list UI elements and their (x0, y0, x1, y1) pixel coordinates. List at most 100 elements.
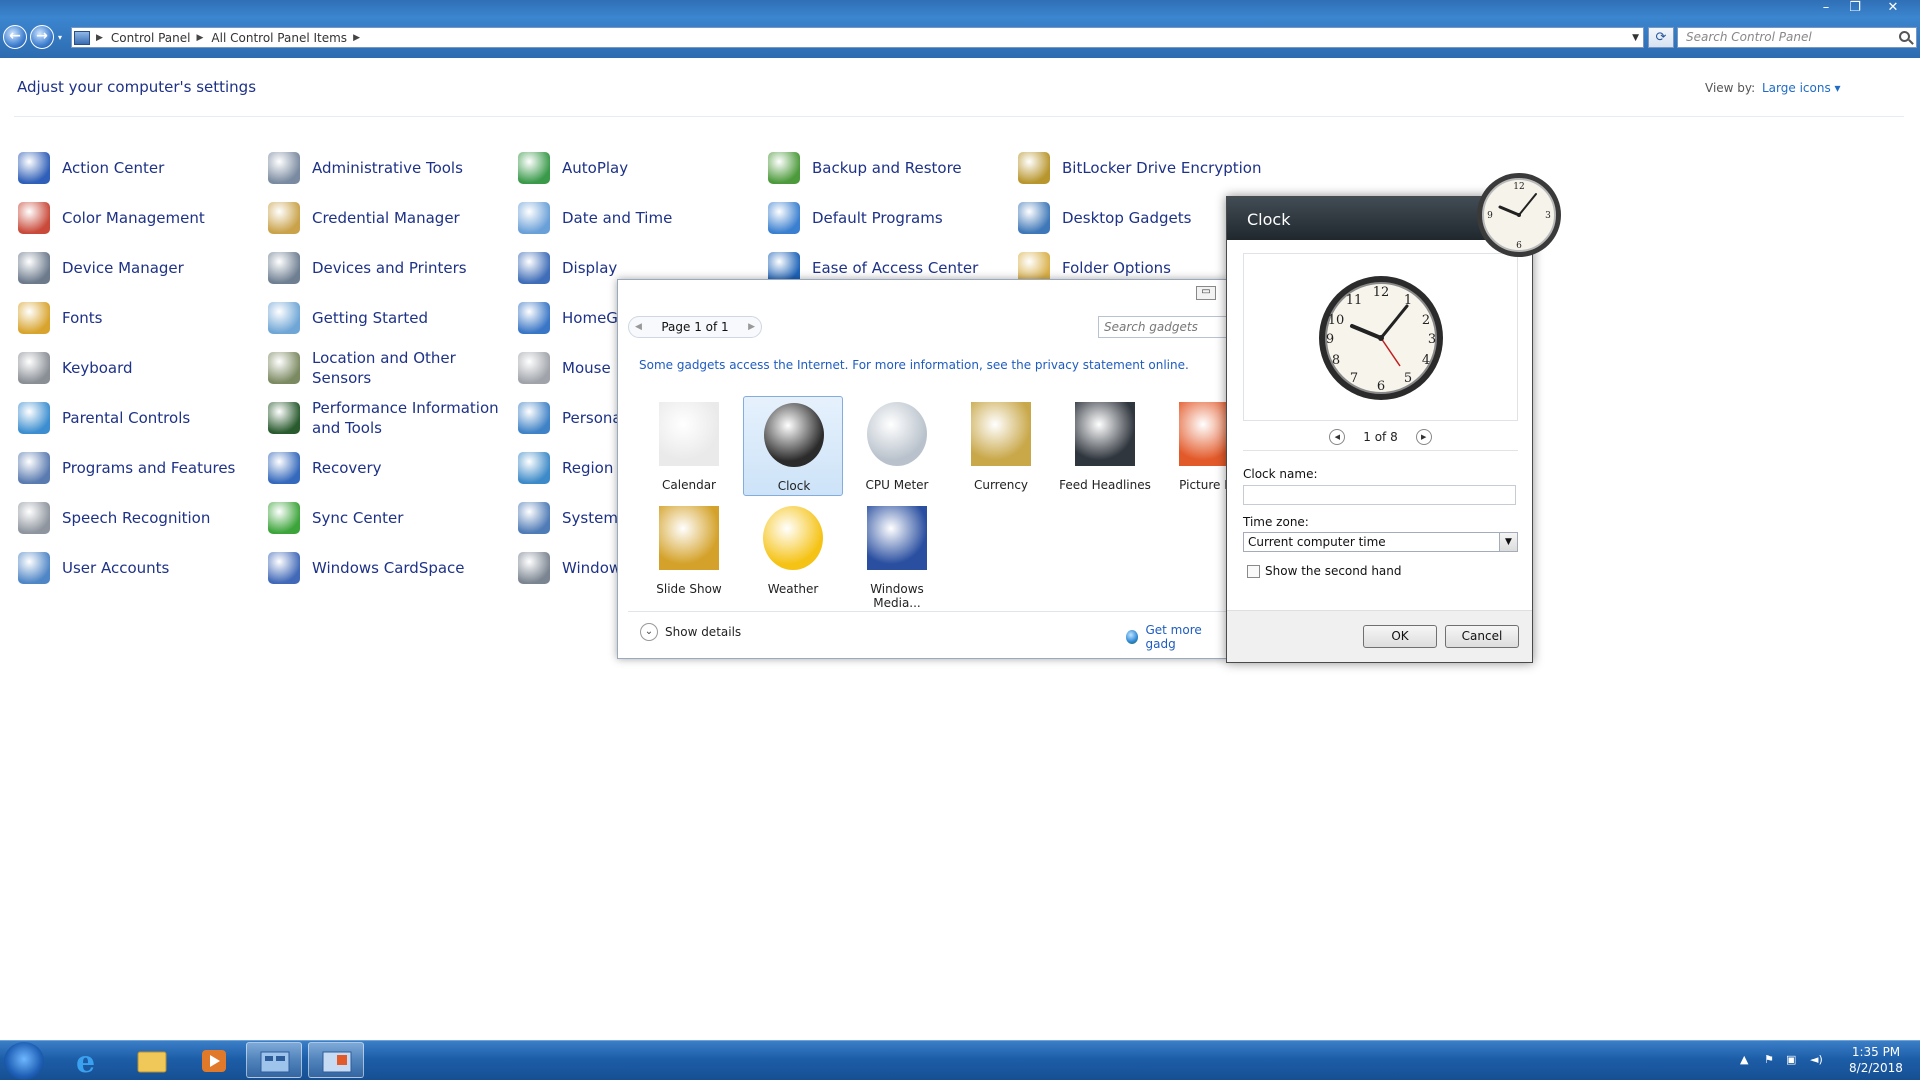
item-programs-and-features[interactable]: Programs and Features (18, 446, 235, 490)
item-parental-controls[interactable]: Parental Controls (18, 396, 190, 440)
prev-style-icon[interactable]: ◀ (1329, 428, 1346, 445)
get-more-gadgets-link[interactable]: Get more gadg (1126, 623, 1226, 651)
view-by-dropdown[interactable]: Large icons ▾ (1762, 81, 1841, 95)
gadget-weather[interactable]: Weather (743, 500, 843, 600)
item-devices-and-printers[interactable]: Devices and Printers (268, 246, 467, 290)
taskbar-gadgets[interactable] (308, 1042, 364, 1078)
clock-name-label: Clock name: (1243, 467, 1318, 481)
item-color-management[interactable]: Color Management (18, 196, 205, 240)
address-dropdown-icon[interactable]: ▼ (1632, 33, 1639, 43)
item-persona[interactable]: Persona (518, 396, 622, 440)
item-performance-information-and-tools[interactable]: Performance Information and Tools (268, 396, 502, 440)
gadget-clock[interactable]: Clock (743, 396, 843, 496)
back-button[interactable]: ← (3, 25, 27, 49)
clock-icon (764, 403, 824, 467)
breadcrumb-control-panel[interactable]: Control Panel (111, 31, 191, 45)
item-desktop-gadgets[interactable]: Desktop Gadgets (1018, 196, 1191, 240)
item-device-manager[interactable]: Device Manager (18, 246, 184, 290)
network-icon[interactable]: ▣ (1786, 1053, 1796, 1066)
item-date-and-time[interactable]: Date and Time (518, 196, 672, 240)
taskbar-media-player[interactable] (186, 1042, 242, 1078)
item-default-programs[interactable]: Default Programs (768, 196, 943, 240)
item-backup-and-restore[interactable]: Backup and Restore (768, 146, 962, 190)
svg-text:9: 9 (1326, 332, 1334, 347)
taskbar-explorer[interactable] (124, 1042, 180, 1078)
view-by-label: View by: (1705, 81, 1756, 95)
volume-icon[interactable]: ◄) (1810, 1053, 1823, 1066)
breadcrumb-all-items[interactable]: All Control Panel Items (211, 31, 347, 45)
minimize-button[interactable]: – (1815, 0, 1837, 18)
desktop-clock-gadget[interactable]: 12 3 6 9 (1476, 172, 1562, 258)
svg-text:5: 5 (1404, 371, 1412, 386)
close-button[interactable]: ✕ (1882, 0, 1904, 18)
refresh-button[interactable]: ⟳ (1648, 27, 1674, 48)
taskbar-internet-explorer[interactable]: e (62, 1042, 118, 1080)
item-sync-center[interactable]: Sync Center (268, 496, 403, 540)
item-autoplay[interactable]: AutoPlay (518, 146, 628, 190)
svg-text:6: 6 (1516, 241, 1522, 251)
gallery-minimize-button[interactable]: ▭ (1196, 286, 1216, 300)
address-bar[interactable]: ▶ Control Panel ▶ All Control Panel Item… (71, 27, 1644, 48)
next-page-icon[interactable]: ▶ (748, 322, 755, 332)
item-system[interactable]: System (518, 496, 618, 540)
privacy-info-link[interactable]: Some gadgets access the Internet. For mo… (639, 358, 1189, 372)
bitlocker-drive-encryption-icon (1018, 152, 1050, 184)
show-second-hand-checkbox[interactable]: Show the second hand (1247, 564, 1402, 578)
item-getting-started[interactable]: Getting Started (268, 296, 428, 340)
gadget-currency[interactable]: Currency (951, 396, 1051, 496)
svg-text:9: 9 (1487, 211, 1493, 221)
recent-pages-dropdown[interactable]: ▾ (58, 33, 62, 42)
svg-text:3: 3 (1545, 211, 1551, 221)
gadget-cpu-meter[interactable]: CPU Meter (847, 396, 947, 496)
search-input[interactable]: Search Control Panel (1677, 27, 1917, 48)
show-hidden-icons[interactable]: ▲ (1740, 1053, 1748, 1066)
system-clock[interactable]: 1:35 PM 8/2/2018 (1838, 1044, 1914, 1076)
gadget-feed-headlines[interactable]: Feed Headlines (1055, 396, 1155, 496)
item-credential-manager[interactable]: Credential Manager (268, 196, 460, 240)
next-style-icon[interactable]: ▶ (1415, 428, 1432, 445)
cancel-button[interactable]: Cancel (1445, 625, 1519, 648)
item-keyboard[interactable]: Keyboard (18, 346, 133, 390)
item-administrative-tools[interactable]: Administrative Tools (268, 146, 463, 190)
item-windows-cardspace[interactable]: Windows CardSpace (268, 546, 465, 590)
item-region[interactable]: Region (518, 446, 613, 490)
time-zone-select[interactable]: Current computer time ▼ (1243, 532, 1518, 552)
show-details-button[interactable]: ⌄ Show details (640, 623, 741, 641)
gadget-windows-media[interactable]: Windows Media... (847, 500, 947, 610)
svg-text:7: 7 (1350, 371, 1358, 386)
item-bitlocker-drive-encryption[interactable]: BitLocker Drive Encryption (1018, 146, 1261, 190)
item-location-and-other-sensors[interactable]: Location and Other Sensors (268, 346, 502, 390)
svg-text:8: 8 (1332, 353, 1340, 368)
windows-media-icon (867, 506, 927, 570)
item-fonts[interactable]: Fonts (18, 296, 102, 340)
gadget-search-input[interactable]: Search gadgets (1098, 316, 1228, 338)
window-icon (518, 552, 550, 584)
control-panel-icon (260, 1051, 290, 1073)
prev-page-icon[interactable]: ◀ (635, 322, 642, 332)
action-center-flag-icon[interactable]: ⚑ (1764, 1053, 1774, 1066)
item-action-center[interactable]: Action Center (18, 146, 164, 190)
chevron-down-icon: ▼ (1499, 533, 1517, 551)
taskbar-control-panel[interactable] (246, 1042, 302, 1078)
forward-button[interactable]: → (30, 25, 54, 49)
item-window[interactable]: Window (518, 546, 621, 590)
item-homeg[interactable]: HomeG (518, 296, 618, 340)
clock-name-input[interactable] (1243, 485, 1516, 505)
item-display[interactable]: Display (518, 246, 617, 290)
item-mouse[interactable]: Mouse (518, 346, 611, 390)
start-button[interactable] (4, 1042, 44, 1080)
chevron-down-icon: ⌄ (640, 623, 658, 641)
gadget-slide-show[interactable]: Slide Show (639, 500, 739, 600)
gadget-calendar[interactable]: Calendar (639, 396, 739, 496)
item-speech-recognition[interactable]: Speech Recognition (18, 496, 210, 540)
maximize-button[interactable]: ❐ (1844, 0, 1866, 18)
item-recovery[interactable]: Recovery (268, 446, 382, 490)
parental-controls-icon (18, 402, 50, 434)
speech-recognition-icon (18, 502, 50, 534)
svg-text:6: 6 (1377, 379, 1385, 394)
sync-center-icon (268, 502, 300, 534)
ok-button[interactable]: OK (1363, 625, 1437, 648)
device-manager-icon (18, 252, 50, 284)
item-user-accounts[interactable]: User Accounts (18, 546, 169, 590)
svg-text:2: 2 (1422, 313, 1430, 328)
